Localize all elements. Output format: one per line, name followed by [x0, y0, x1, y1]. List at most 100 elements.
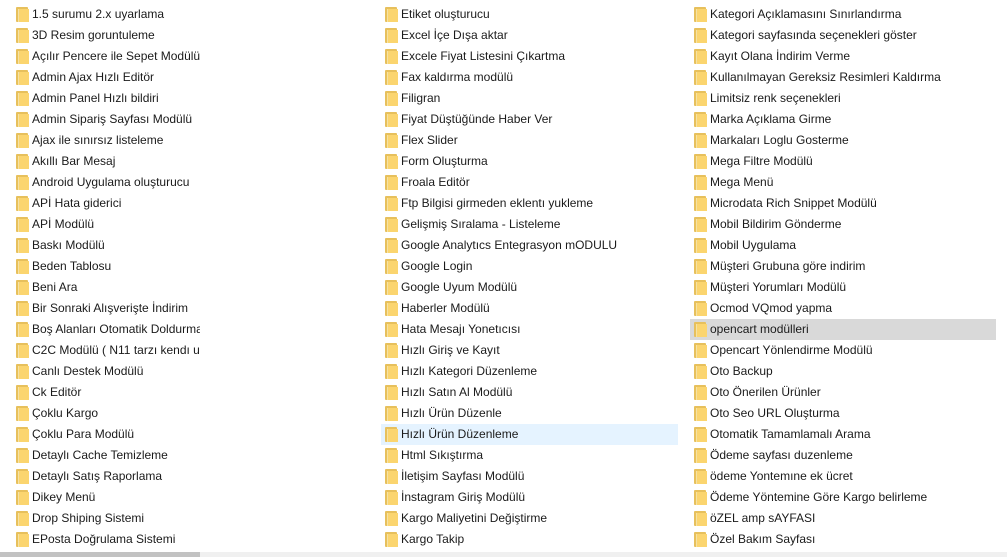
folder-icon: [385, 49, 398, 64]
folder-icon: [694, 385, 707, 400]
folder-item[interactable]: Excel İçe Dışa aktar: [381, 25, 678, 46]
folder-item[interactable]: APİ Hata giderici: [12, 193, 200, 214]
folder-item[interactable]: Beni Ara: [12, 277, 200, 298]
folder-item[interactable]: Google Login: [381, 256, 678, 277]
folder-item[interactable]: Müşteri Yorumları Modülü: [690, 277, 996, 298]
folder-item[interactable]: Opencart Yönlendirme Modülü: [690, 340, 996, 361]
folder-name: Mega Filtre Modülü: [710, 154, 813, 168]
folder-name: Oto Önerilen Ürünler: [710, 385, 821, 399]
folder-item[interactable]: Detaylı Satış Raporlama: [12, 466, 200, 487]
scrollbar-thumb[interactable]: [0, 552, 200, 557]
folder-item[interactable]: Limitsiz renk seçenekleri: [690, 88, 996, 109]
folder-item[interactable]: Admin Ajax Hızlı Editör: [12, 67, 200, 88]
folder-item[interactable]: Beden Tablosu: [12, 256, 200, 277]
folder-item[interactable]: Ocmod VQmod yapma: [690, 298, 996, 319]
folder-name: Çoklu Para Modülü: [32, 427, 135, 441]
folder-name: Dikey Menü: [32, 490, 96, 504]
folder-item[interactable]: Html Sıkıştırma: [381, 445, 678, 466]
folder-item[interactable]: 1.5 surumu 2.x uyarlama: [12, 4, 200, 25]
folder-item[interactable]: Ck Editör: [12, 382, 200, 403]
folder-item[interactable]: Kullanılmayan Gereksiz Resimleri Kaldırm…: [690, 67, 996, 88]
folder-item[interactable]: Çoklu Kargo: [12, 403, 200, 424]
folder-name: Akıllı Bar Mesaj: [32, 154, 116, 168]
folder-item[interactable]: öZEL amp sAYFASI: [690, 508, 996, 529]
folder-item[interactable]: Android Uygulama oluşturucu: [12, 172, 200, 193]
folder-item[interactable]: Kargo Maliyetini Değiştirme: [381, 508, 678, 529]
folder-item[interactable]: Kayıt Olana İndirim Verme: [690, 46, 996, 67]
folder-item[interactable]: Açılır Pencere ile Sepet Modülü: [12, 46, 200, 67]
folder-item[interactable]: Mega Filtre Modülü: [690, 151, 996, 172]
folder-item[interactable]: Hızlı Giriş ve Kayıt: [381, 340, 678, 361]
folder-item[interactable]: Kategori Açıklamasını Sınırlandırma: [690, 4, 996, 25]
folder-item[interactable]: Canlı Destek Modülü: [12, 361, 200, 382]
folder-item[interactable]: Bir Sonraki Alışverişte İndirim: [12, 298, 200, 319]
folder-name: Oto Backup: [710, 364, 773, 378]
folder-icon: [385, 322, 398, 337]
folder-item[interactable]: Fiyat Düştüğünde Haber Ver: [381, 109, 678, 130]
folder-item[interactable]: Ödeme sayfası duzenleme: [690, 445, 996, 466]
folder-item[interactable]: Hızlı Ürün Düzenle: [381, 403, 678, 424]
folder-item[interactable]: Drop Shiping Sistemi: [12, 508, 200, 529]
folder-item[interactable]: Excele Fiyat Listesini Çıkartma: [381, 46, 678, 67]
folder-item[interactable]: Oto Seo URL Oluşturma: [690, 403, 996, 424]
folder-name: Html Sıkıştırma: [401, 448, 484, 462]
folder-item[interactable]: İletişim Sayfası Modülü: [381, 466, 678, 487]
folder-item[interactable]: Baskı Modülü: [12, 235, 200, 256]
folder-name: Admin Sipariş Sayfası Modülü: [32, 112, 193, 126]
folder-item[interactable]: APİ Modülü: [12, 214, 200, 235]
folder-item[interactable]: ödeme Yontemıne ek ücret: [690, 466, 996, 487]
folder-item[interactable]: Mega Menü: [690, 172, 996, 193]
folder-item[interactable]: Marka Açıklama Girme: [690, 109, 996, 130]
folder-item[interactable]: Admin Panel Hızlı bildiri: [12, 88, 200, 109]
folder-item[interactable]: Çoklu Para Modülü: [12, 424, 200, 445]
folder-name: Detaylı Satış Raporlama: [32, 469, 163, 483]
folder-name: opencart modülleri: [710, 322, 809, 336]
folder-item[interactable]: Müşteri Grubuna göre indirim: [690, 256, 996, 277]
folder-name: Ocmod VQmod yapma: [710, 301, 833, 315]
folder-item[interactable]: Fax kaldırma modülü: [381, 67, 678, 88]
folder-item[interactable]: Filigran: [381, 88, 678, 109]
folder-item[interactable]: Admin Sipariş Sayfası Modülü: [12, 109, 200, 130]
folder-item[interactable]: Boş Alanları Otomatik Doldurma: [12, 319, 200, 340]
folder-item[interactable]: Oto Backup: [690, 361, 996, 382]
folder-item[interactable]: Gelişmiş Sıralama - Listeleme: [381, 214, 678, 235]
folder-name: Mobil Bildirim Gönderme: [710, 217, 842, 231]
folder-item[interactable]: C2C Modülü ( N11 tarzı kendı urunlerını …: [12, 340, 200, 361]
folder-item[interactable]: Google Analytıcs Entegrasyon mODULU: [381, 235, 678, 256]
folder-item[interactable]: Mobil Uygulama: [690, 235, 996, 256]
folder-icon: [385, 280, 398, 295]
folder-item[interactable]: Hızlı Ürün Düzenleme: [381, 424, 678, 445]
folder-name: Froala Editör: [401, 175, 470, 189]
folder-name: Otomatik Tamamlamalı Arama: [710, 427, 871, 441]
folder-item[interactable]: Kategori sayfasında seçenekleri göster: [690, 25, 996, 46]
folder-item[interactable]: Ftp Bilgisi girmeden eklentı yukleme: [381, 193, 678, 214]
folder-item[interactable]: opencart modülleri: [690, 319, 996, 340]
folder-item[interactable]: İnstagram Giriş Modülü: [381, 487, 678, 508]
folder-item[interactable]: Mobil Bildirim Gönderme: [690, 214, 996, 235]
folder-icon: [385, 175, 398, 190]
folder-item[interactable]: Hata Mesajı Yonetıcısı: [381, 319, 678, 340]
folder-item[interactable]: Özel Bakım Sayfası: [690, 529, 996, 550]
folder-item[interactable]: Flex Slider: [381, 130, 678, 151]
folder-item[interactable]: Kargo Takip: [381, 529, 678, 550]
folder-icon: [385, 112, 398, 127]
folder-item[interactable]: Dikey Menü: [12, 487, 200, 508]
folder-item[interactable]: Ajax ile sınırsız listeleme: [12, 130, 200, 151]
folder-item[interactable]: Hızlı Satın Al Modülü: [381, 382, 678, 403]
folder-item[interactable]: EPosta Doğrulama Sistemi: [12, 529, 200, 550]
folder-item[interactable]: Form Oluşturma: [381, 151, 678, 172]
folder-item[interactable]: Markaları Loglu Gosterme: [690, 130, 996, 151]
folder-item[interactable]: Haberler Modülü: [381, 298, 678, 319]
folder-item[interactable]: Ödeme Yöntemine Göre Kargo belirleme: [690, 487, 996, 508]
folder-item[interactable]: Froala Editör: [381, 172, 678, 193]
folder-item[interactable]: 3D Resim goruntuleme: [12, 25, 200, 46]
horizontal-scrollbar[interactable]: [0, 552, 1007, 557]
folder-item[interactable]: Etiket oluşturucu: [381, 4, 678, 25]
folder-item[interactable]: Otomatik Tamamlamalı Arama: [690, 424, 996, 445]
folder-item[interactable]: Detaylı Cache Temizleme: [12, 445, 200, 466]
folder-item[interactable]: Google Uyum Modülü: [381, 277, 678, 298]
folder-item[interactable]: Akıllı Bar Mesaj: [12, 151, 200, 172]
folder-item[interactable]: Microdata Rich Snippet Modülü: [690, 193, 996, 214]
folder-item[interactable]: Hızlı Kategori Düzenleme: [381, 361, 678, 382]
folder-item[interactable]: Oto Önerilen Ürünler: [690, 382, 996, 403]
